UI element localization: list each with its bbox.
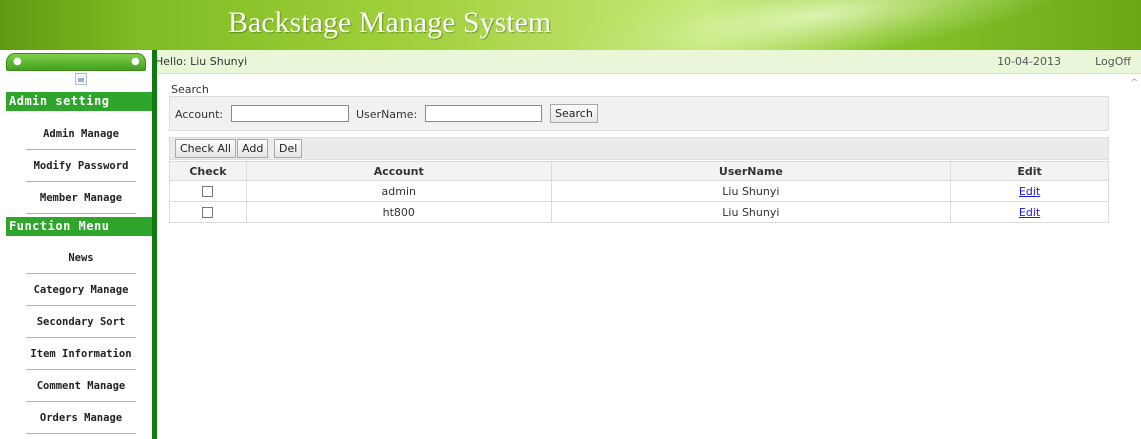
sidebar-item-secondary-sort[interactable]: Secondary Sort [26,306,136,338]
edit-cell: Edit [950,180,1109,202]
sidebar: ● ● Admin setting Admin Manage Modify Pa… [0,50,152,439]
table-header-row: Check Account UserName Edit [169,161,1109,181]
username-label: UserName: [356,108,418,121]
row-check-cell [169,180,247,202]
del-button[interactable]: Del [274,139,303,158]
greeting-text: Hello: Liu Shunyi [155,55,248,68]
sidebar-item-modify-password[interactable]: Modify Password [26,150,136,182]
search-button[interactable]: Search [550,104,598,123]
sidebar-item-item-information[interactable]: Item Information [26,338,136,370]
col-header-username: UserName [550,161,952,181]
logoff-link[interactable]: LogOff [1095,55,1131,68]
account-input[interactable] [231,105,349,122]
row-check-cell [169,201,247,223]
check-all-button[interactable]: Check All [175,139,236,158]
action-toolbar: Check All Add Del [169,137,1109,160]
tab-knob-left-icon: ● [13,56,22,67]
sidebar-item-admin-manage[interactable]: Admin Manage [26,118,136,150]
edit-cell: Edit [950,201,1109,223]
add-button[interactable]: Add [237,139,269,158]
row-checkbox[interactable] [202,186,214,197]
sidebar-item-news[interactable]: News [26,242,136,274]
edit-link[interactable]: Edit [1019,206,1040,219]
search-panel: Account: UserName: Search [169,96,1109,131]
tab-knob-right-icon: ● [131,56,140,67]
account-cell: ht800 [245,201,552,223]
admin-table: Check Account UserName Edit admin Liu Sh… [169,161,1109,223]
sidebar-tab-header[interactable]: ● ● [6,53,146,71]
sidebar-item-comment-manage[interactable]: Comment Manage [26,370,136,402]
account-cell: admin [245,180,552,202]
col-header-check: Check [169,161,247,181]
scroll-up-arrow-icon[interactable]: ^ [1130,78,1138,88]
broken-image-icon [75,73,87,85]
username-input[interactable] [425,105,542,122]
search-section-label: Search [171,83,209,96]
table-row: admin Liu Shunyi Edit [169,180,1109,202]
section-function-menu: Function Menu [6,217,152,236]
section-admin-setting: Admin setting [6,92,152,111]
username-cell: Liu Shunyi [550,201,952,223]
banner-swoosh-decoration [556,0,1084,50]
sidebar-item-category-manage[interactable]: Category Manage [26,274,136,306]
col-header-account: Account [245,161,552,181]
username-cell: Liu Shunyi [550,180,952,202]
info-bar: Hello: Liu Shunyi 10-04-2013 LogOff [0,50,1141,74]
header-banner: Backstage Manage System [0,0,1141,50]
app-title: Backstage Manage System [228,6,552,39]
col-header-edit: Edit [950,161,1109,181]
sidebar-item-orders-manage[interactable]: Orders Manage [26,402,136,434]
sidebar-item-member-manage[interactable]: Member Manage [26,182,136,214]
row-checkbox[interactable] [202,207,214,218]
account-label: Account: [175,108,224,121]
current-date: 10-04-2013 [997,55,1061,68]
table-row: ht800 Liu Shunyi Edit [169,201,1109,223]
main-content: Search Account: UserName: Search Check A… [157,74,1141,439]
edit-link[interactable]: Edit [1019,185,1040,198]
